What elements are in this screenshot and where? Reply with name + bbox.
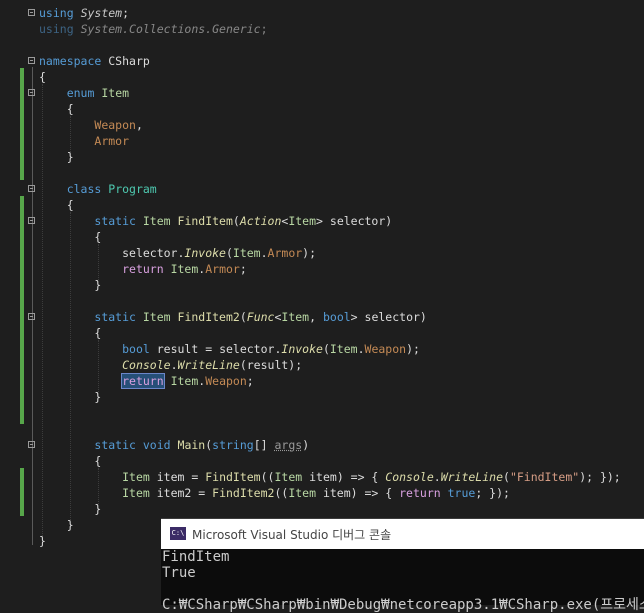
- type-name: Item: [274, 470, 303, 484]
- type-name: Item: [281, 310, 310, 324]
- code-line[interactable]: static Item FindItem(Action<Item> select…: [0, 213, 644, 229]
- code-line[interactable]: namespace CSharp: [0, 53, 644, 69]
- code-line[interactable]: class Program: [0, 181, 644, 197]
- console-output-line: FindItem: [162, 549, 230, 565]
- keyword: class: [66, 182, 102, 196]
- method-name: WriteLine: [440, 470, 503, 484]
- console-exit-path: C:₩CSharp₩CSharp₩bin₩Debug₩netcoreapp3.1…: [162, 597, 644, 613]
- method-name: FindItem2: [212, 486, 275, 500]
- enum-member: Armor: [267, 246, 303, 260]
- class-name: Program: [108, 182, 157, 196]
- enum-member: Weapon: [364, 342, 407, 356]
- method-name: FindItem2: [177, 310, 240, 324]
- type-name: Item: [142, 214, 171, 228]
- collapse-icon[interactable]: [28, 185, 35, 192]
- type-name: Console: [385, 470, 434, 484]
- namespace-name: System.Collections.Generic: [80, 22, 261, 36]
- parameter: selector: [329, 214, 386, 228]
- keyword: static: [94, 310, 136, 324]
- parameter: item: [309, 470, 337, 484]
- enum-member: Armor: [94, 134, 130, 148]
- keyword: bool: [322, 310, 351, 324]
- parameter: selector: [219, 342, 275, 356]
- type-name: Func: [246, 310, 275, 324]
- method-name: Invoke: [184, 246, 226, 260]
- type-name: Item: [170, 374, 199, 388]
- keyword: bool: [122, 342, 150, 356]
- namespace-name: System: [80, 6, 123, 20]
- parameter: args: [274, 438, 303, 452]
- collapse-icon[interactable]: [28, 441, 35, 448]
- method-name: FindItem: [205, 470, 261, 484]
- method-name: Invoke: [281, 342, 323, 356]
- console-app-icon: C:\: [170, 527, 186, 540]
- enum-name: Item: [101, 86, 130, 100]
- keyword: static: [94, 214, 136, 228]
- selected-keyword[interactable]: return: [121, 373, 165, 389]
- console-output: FindItem True: [162, 549, 229, 581]
- code-line[interactable]: static Item FindItem2(Func<Item, bool> s…: [0, 309, 644, 325]
- code-editor-window: { "editor": { "using1": { "kw": "using",…: [0, 0, 644, 613]
- parameter: item: [322, 486, 351, 500]
- enum-member: Weapon: [94, 118, 136, 132]
- keyword: true: [447, 486, 476, 500]
- variable: result: [246, 358, 289, 372]
- enum-member: Weapon: [205, 374, 247, 388]
- method-name: FindItem: [177, 214, 233, 228]
- keyword: string: [212, 438, 254, 452]
- collapse-icon[interactable]: [28, 217, 35, 224]
- string-literal: "FindItem": [509, 470, 580, 484]
- console-titlebar[interactable]: C:\ Microsoft Visual Studio 디버그 콘솔: [161, 519, 644, 549]
- code-line[interactable]: using System;: [0, 5, 644, 21]
- code-line[interactable]: static void Main(string[] args): [0, 437, 644, 453]
- keyword: static: [94, 438, 136, 452]
- type-name: Console: [122, 358, 171, 372]
- type-name: Item: [288, 486, 317, 500]
- code-line[interactable]: Item item2 = FindItem2((Item item) => { …: [0, 485, 644, 501]
- type-name: Item: [170, 262, 199, 276]
- code-line[interactable]: using System.Collections.Generic;: [0, 21, 644, 37]
- variable: item: [156, 470, 185, 484]
- collapse-icon[interactable]: [28, 9, 35, 16]
- keyword: return: [122, 262, 164, 276]
- console-output-line: True: [162, 565, 196, 581]
- keyword: using: [39, 22, 74, 36]
- type-name: Item: [232, 246, 261, 260]
- punct: ;: [122, 6, 130, 20]
- variable: result: [156, 342, 199, 356]
- code-line[interactable]: Item item = FindItem((Item item) => { Co…: [0, 469, 644, 485]
- keyword: namespace: [39, 54, 102, 68]
- enum-member: Armor: [205, 262, 240, 276]
- parameter: selector: [122, 246, 178, 260]
- collapse-icon[interactable]: [28, 313, 35, 320]
- keyword: enum: [66, 86, 95, 100]
- type-name: Item: [142, 310, 171, 324]
- console-title: Microsoft Visual Studio 디버그 콘솔: [192, 528, 392, 542]
- collapse-icon[interactable]: [28, 57, 35, 64]
- punct: ;: [260, 22, 268, 36]
- type-name: Item: [288, 214, 317, 228]
- code-line[interactable]: enum Item: [0, 85, 644, 101]
- debug-console-window[interactable]: C:\ Microsoft Visual Studio 디버그 콘솔 FindI…: [161, 518, 644, 613]
- method-name: WriteLine: [177, 358, 240, 372]
- method-name: Main: [177, 438, 206, 452]
- keyword: using: [39, 6, 74, 20]
- variable: item2: [156, 486, 192, 500]
- keyword: return: [399, 486, 441, 500]
- type-name: Item: [122, 470, 150, 484]
- namespace-name: CSharp: [108, 54, 150, 68]
- parameter: selector: [364, 310, 420, 324]
- type-name: Item: [329, 342, 358, 356]
- collapse-icon[interactable]: [28, 89, 35, 96]
- fold-line-enum: [32, 99, 33, 163]
- type-name: Action: [239, 214, 282, 228]
- keyword: void: [142, 438, 171, 452]
- type-name: Item: [122, 486, 150, 500]
